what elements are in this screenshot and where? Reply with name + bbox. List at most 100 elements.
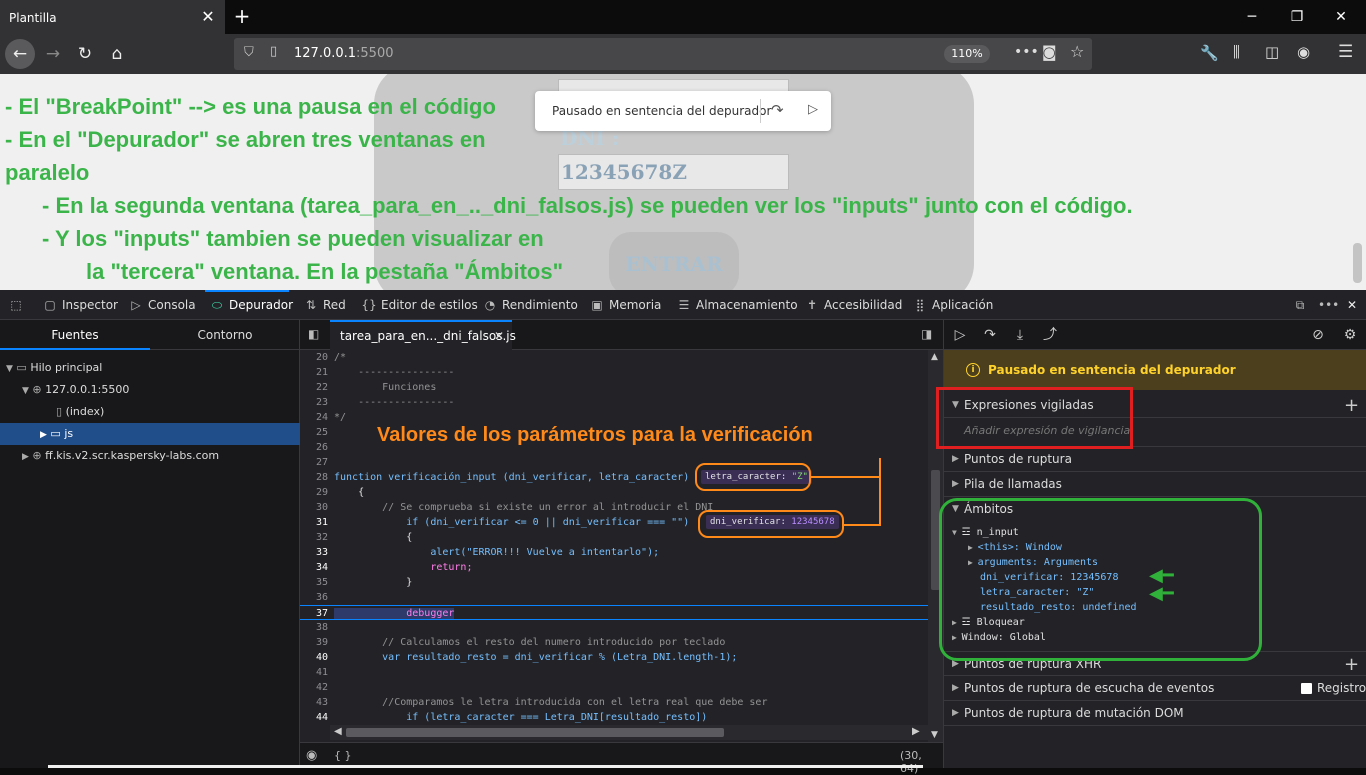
tab-close-icon[interactable]: ✕ xyxy=(198,7,218,27)
menu-icon[interactable]: ☰ xyxy=(1338,42,1353,62)
line-number[interactable]: 29 xyxy=(300,485,328,500)
resume-icon[interactable]: ▷ xyxy=(808,102,818,117)
pretty-print-button[interactable]: { } xyxy=(334,749,352,762)
tree-item-kaspersky[interactable]: ▶ ⊕ ff.kis.v2.scr.kaspersky-labs.com xyxy=(0,445,300,467)
tree-item-main-thread[interactable]: ▼ ▭ Hilo principal xyxy=(0,357,300,379)
line-number[interactable]: 30 xyxy=(300,500,328,515)
call-stack-header[interactable]: ▶ Pila de llamadas xyxy=(944,472,1366,497)
line-number[interactable]: 39 xyxy=(300,635,328,650)
bookmark-star-icon[interactable]: ☆ xyxy=(1070,42,1084,61)
tab-inspector[interactable]: ▢ Inspector xyxy=(42,290,118,320)
tab-accessibility[interactable]: ✝ Accesibilidad xyxy=(804,290,902,320)
page-scroll-thumb[interactable] xyxy=(1353,243,1362,283)
zoom-badge[interactable]: 110% xyxy=(944,45,990,63)
scroll-down-icon[interactable]: ▼ xyxy=(931,730,938,740)
page-info-icon[interactable]: ▯ xyxy=(270,44,277,59)
entrar-button[interactable]: ENTRAR xyxy=(609,232,739,290)
tab-debugger[interactable]: ⬭ Depurador xyxy=(209,290,293,320)
dni-input[interactable]: 12345678Z xyxy=(558,154,789,190)
tree-item-js[interactable]: ▶ ▭ js xyxy=(0,423,300,445)
close-window-icon[interactable]: ✕ xyxy=(1326,6,1356,28)
line-number[interactable]: 28 xyxy=(300,470,328,485)
line-number[interactable]: 25 xyxy=(300,425,328,440)
step-over-icon[interactable]: ↷ xyxy=(771,101,784,119)
line-number[interactable]: 26 xyxy=(300,440,328,455)
forward-icon[interactable]: → xyxy=(38,39,68,69)
line-number[interactable]: 36 xyxy=(300,590,328,605)
line-number[interactable]: 34 xyxy=(300,560,328,575)
library-icon[interactable]: ⫼ xyxy=(1233,43,1240,61)
pick-element-icon[interactable]: ⬚ xyxy=(8,290,28,320)
line-number[interactable]: 23 xyxy=(300,395,328,410)
tree-item-host[interactable]: ▼ ⊕ 127.0.0.1:5500 xyxy=(0,379,300,401)
step-over-icon[interactable]: ↷ xyxy=(980,325,1000,345)
step-in-icon[interactable]: ⤓ xyxy=(1010,325,1030,345)
scroll-right-icon[interactable]: ▶ xyxy=(912,726,920,737)
line-number[interactable]: 37 xyxy=(300,606,328,621)
line-number[interactable]: 40 xyxy=(300,650,328,665)
eye-icon[interactable]: ◉ xyxy=(306,748,317,763)
tab-network[interactable]: ⇅ Red xyxy=(303,290,346,320)
line-number[interactable]: 33 xyxy=(300,545,328,560)
event-breakpoints-header[interactable]: ▶ Puntos de ruptura de escucha de eventos… xyxy=(944,676,1366,701)
line-number[interactable]: 24 xyxy=(300,410,328,425)
dock-icon[interactable]: ⧉ xyxy=(1292,290,1312,320)
scroll-up-icon[interactable]: ▲ xyxy=(931,352,938,362)
browser-tab[interactable]: Plantilla ✕ xyxy=(0,0,225,34)
editor-file-tab[interactable]: tarea_para_en..._dni_falsos.js ✕ xyxy=(330,320,516,350)
account-icon[interactable]: ◉ xyxy=(1297,43,1310,61)
add-watch-icon[interactable]: + xyxy=(1344,393,1359,418)
reload-icon[interactable]: ↻ xyxy=(70,39,100,69)
shield-icon[interactable]: ⛉ xyxy=(244,45,254,60)
url-bar[interactable]: ⛉ ▯ 127.0.0.1:5500 110% ••• ◙ ☆ xyxy=(234,38,1092,70)
tab-outline[interactable]: Contorno xyxy=(150,320,300,350)
back-icon[interactable]: ← xyxy=(5,39,35,69)
tab-performance[interactable]: ◔ Rendimiento xyxy=(482,290,578,320)
line-number[interactable]: 32 xyxy=(300,530,328,545)
editor-horizontal-scrollbar[interactable]: ◀ ▶ xyxy=(330,725,928,740)
settings-gear-icon[interactable]: ⚙ xyxy=(1340,325,1360,345)
dom-breakpoints-header[interactable]: ▶ Puntos de ruptura de mutación DOM xyxy=(944,701,1366,726)
toggle-sources-icon[interactable]: ◧ xyxy=(308,327,319,341)
more-actions-icon[interactable]: ••• xyxy=(1014,44,1039,60)
line-number[interactable]: 35 xyxy=(300,575,328,590)
pocket-icon[interactable]: ◙ xyxy=(1042,43,1057,61)
line-number[interactable]: 31 xyxy=(300,515,328,530)
deactivate-breakpoints-icon[interactable]: ⊘ xyxy=(1308,325,1328,345)
line-number[interactable]: 22 xyxy=(300,380,328,395)
resume-icon[interactable]: ▷ xyxy=(950,325,970,345)
tab-memory[interactable]: ▣ Memoria xyxy=(589,290,661,320)
log-checkbox[interactable] xyxy=(1301,683,1312,694)
toggle-panel-icon[interactable]: ◨ xyxy=(921,327,932,341)
url-text[interactable]: 127.0.0.1:5500 xyxy=(294,46,394,61)
devtools-menu-icon[interactable]: ••• xyxy=(1318,290,1339,320)
line-number[interactable]: 38 xyxy=(300,620,328,635)
tab-style-editor[interactable]: {} Editor de estilos xyxy=(361,290,477,320)
tab-storage[interactable]: ☰ Almacenamiento xyxy=(676,290,798,320)
tab-console[interactable]: ▷ Consola xyxy=(128,290,195,320)
line-number[interactable]: 43 xyxy=(300,695,328,710)
tab-sources[interactable]: Fuentes xyxy=(0,320,150,350)
step-out-icon[interactable]: ⤴ xyxy=(1040,325,1060,345)
add-xhr-icon[interactable]: + xyxy=(1344,652,1359,677)
breakpoints-header[interactable]: ▶ Puntos de ruptura xyxy=(944,447,1366,472)
new-tab-button[interactable]: + xyxy=(230,4,254,28)
sidebar-icon[interactable]: ◫ xyxy=(1265,43,1279,61)
editor-hscroll-thumb[interactable] xyxy=(346,728,724,737)
wrench-icon[interactable]: 🔧 xyxy=(1200,44,1219,62)
minimize-icon[interactable]: ─ xyxy=(1237,6,1267,28)
close-file-icon[interactable]: ✕ xyxy=(494,322,504,350)
home-icon[interactable]: ⌂ xyxy=(102,39,132,69)
line-number[interactable]: 27 xyxy=(300,455,328,470)
line-number[interactable]: 44 xyxy=(300,710,328,725)
page-scrollbar[interactable] xyxy=(1349,148,1366,290)
maximize-icon[interactable]: ❐ xyxy=(1282,6,1312,28)
tab-application[interactable]: ⣿ Aplicación xyxy=(912,290,994,320)
line-number[interactable]: 41 xyxy=(300,665,328,680)
line-number[interactable]: 42 xyxy=(300,680,328,695)
tree-item-index[interactable]: ▯ (index) xyxy=(0,401,300,423)
scroll-left-icon[interactable]: ◀ xyxy=(334,726,342,737)
close-devtools-icon[interactable]: ✕ xyxy=(1344,290,1364,320)
line-number[interactable]: 20 xyxy=(300,350,328,365)
line-number[interactable]: 21 xyxy=(300,365,328,380)
